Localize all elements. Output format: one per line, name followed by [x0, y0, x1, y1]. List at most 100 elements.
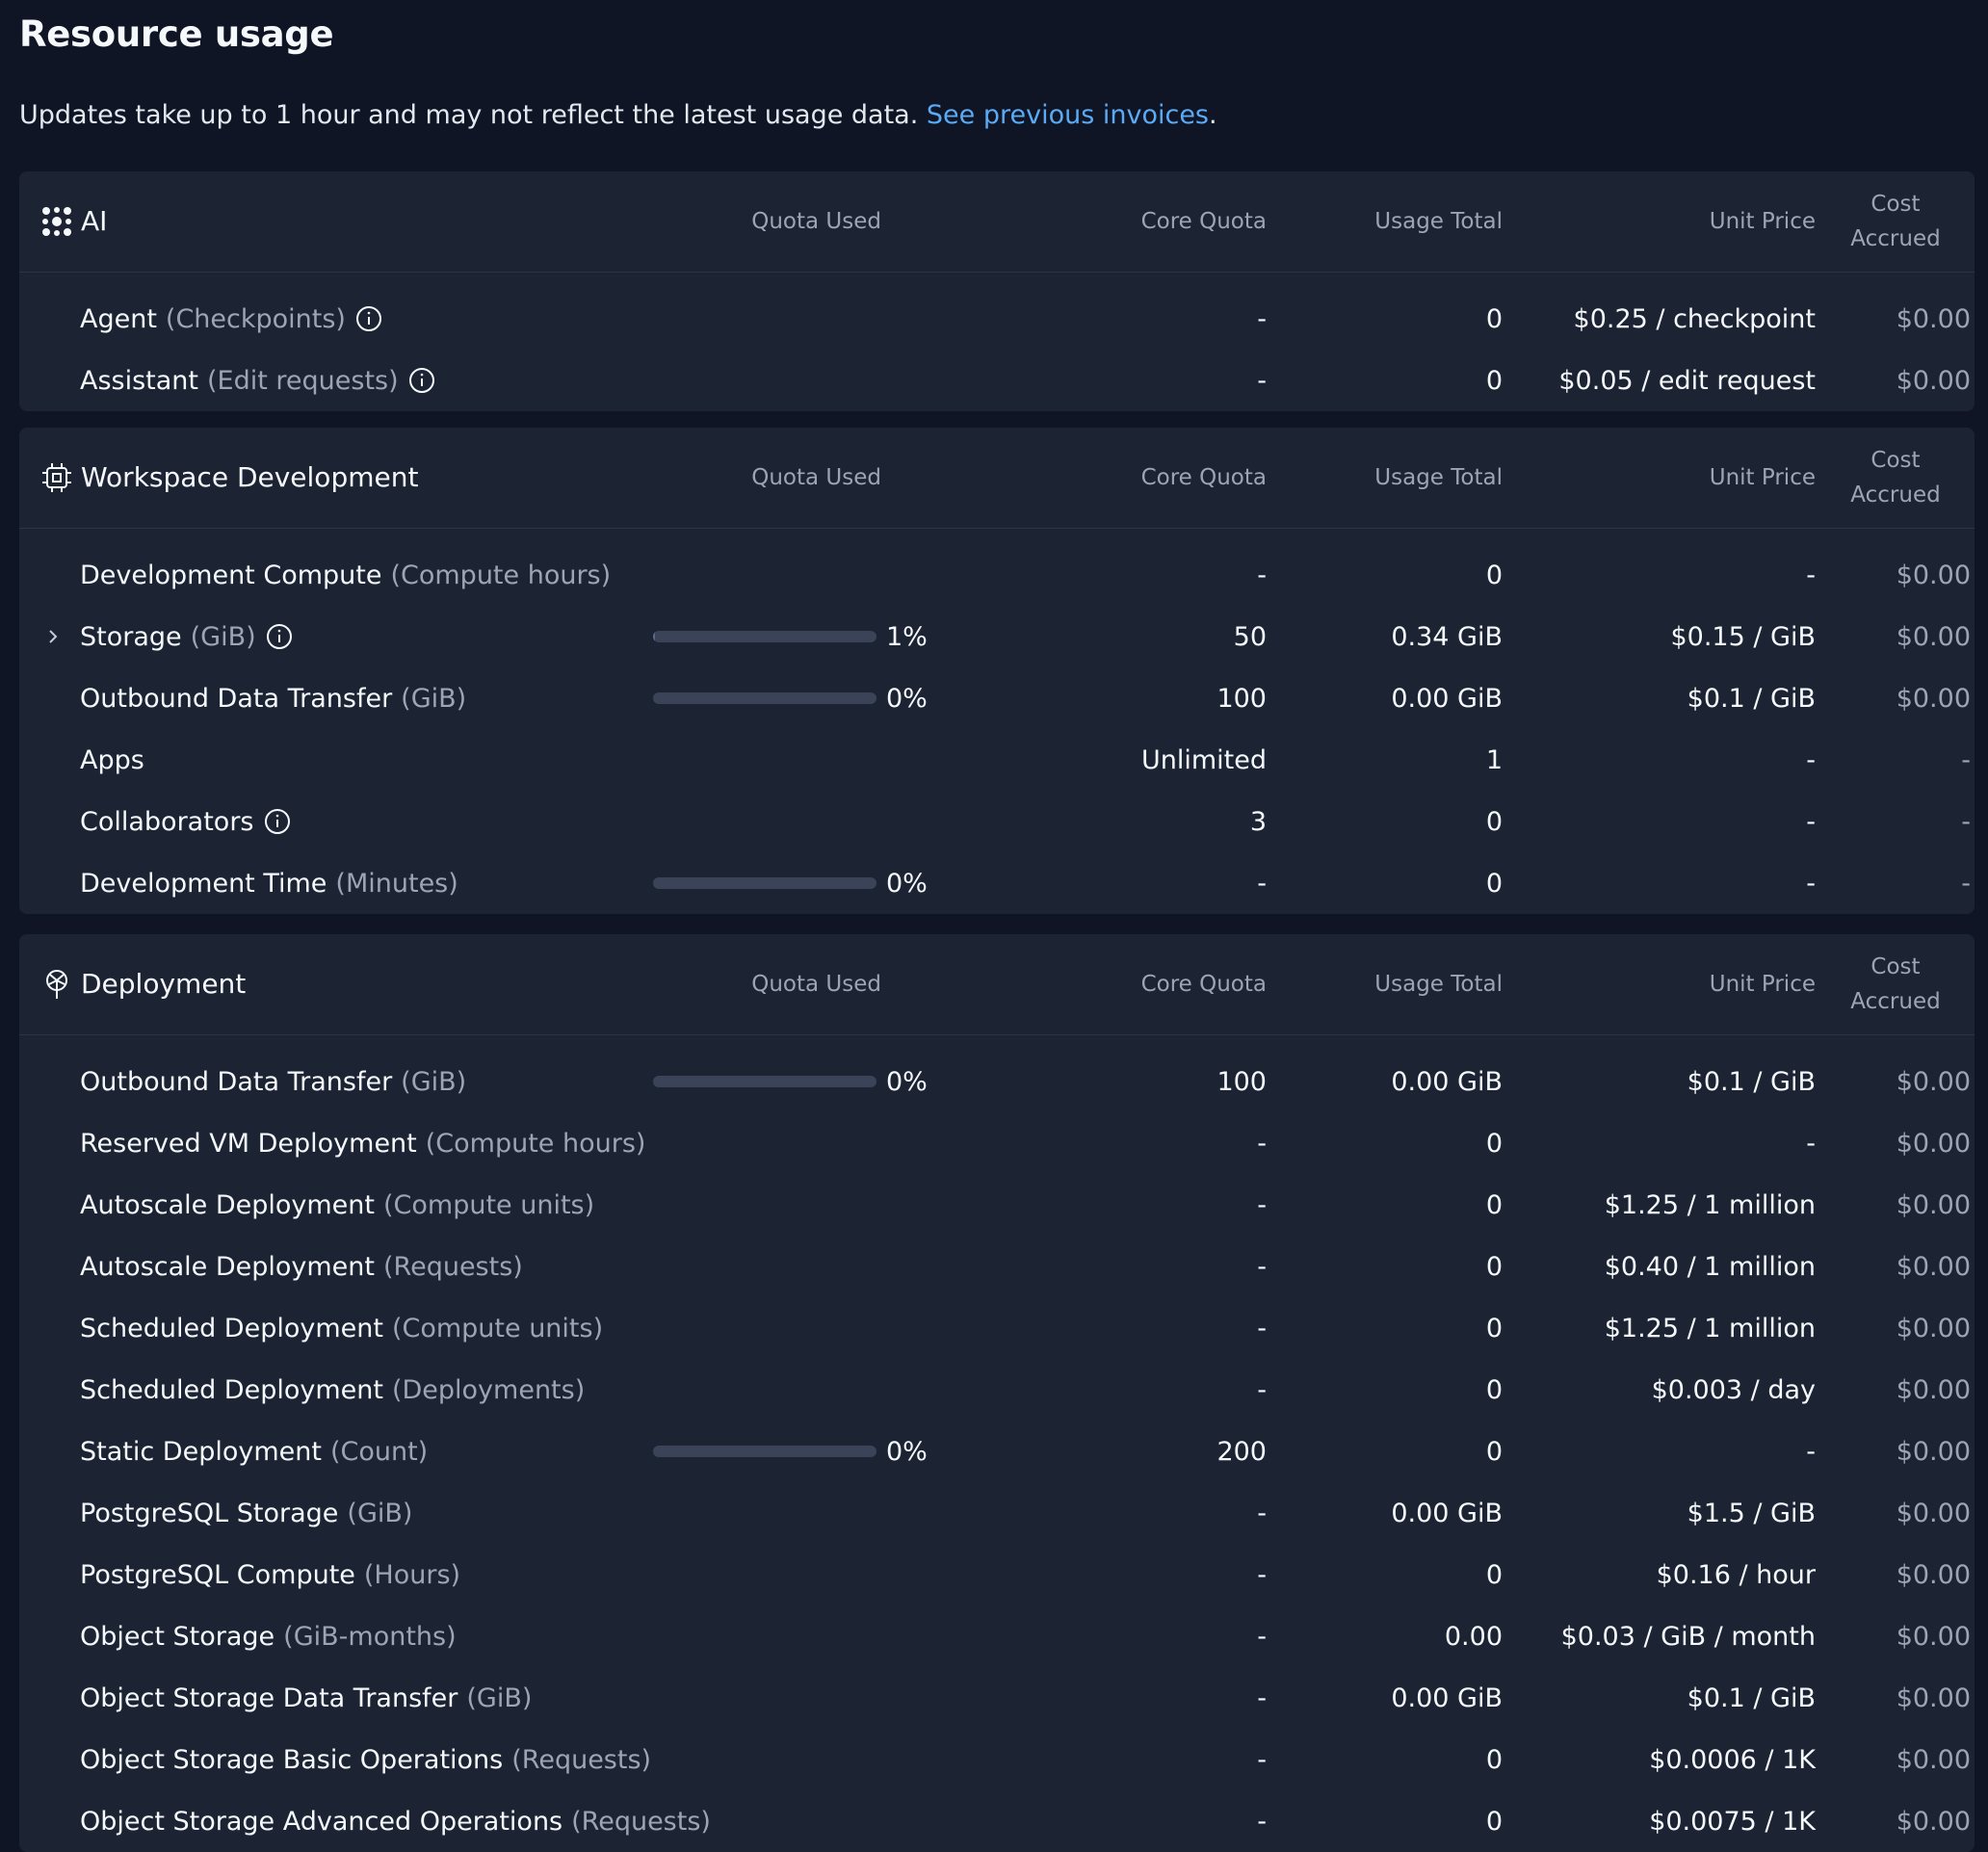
usage-total-value: 0	[1485, 1251, 1503, 1282]
section-title-text: Workspace Development	[81, 461, 419, 493]
page-title: Resource usage	[19, 13, 334, 55]
quota-percent: 0%	[886, 683, 928, 714]
col-cost-accrued: Cost Accrued	[1820, 428, 1971, 528]
table-row-scheduled-deployment-compute-units: Scheduled Deployment (Compute units) - 0 $1.…	[19, 1297, 1975, 1359]
cost-accrued-value: $0.00	[1896, 365, 1971, 396]
row-unit: (GiB)	[347, 1498, 413, 1528]
row-label: PostgreSQL Compute	[80, 1559, 355, 1590]
usage-total-value: 0	[1485, 560, 1503, 590]
quota-progress-bar	[653, 1051, 876, 1112]
col-usage-total: Usage Total	[1374, 465, 1503, 490]
table-row-reserved-vm-deployment-compute-hours: Reserved VM Deployment (Compute hours) - 0 -…	[19, 1112, 1975, 1174]
subtitle-text: Updates take up to 1 hour and may not re…	[19, 100, 919, 130]
cost-accrued-value: $0.00	[1896, 1806, 1971, 1837]
cost-accrued-value: $0.00	[1896, 1436, 1971, 1467]
core-quota-value: 100	[1216, 1066, 1267, 1097]
col-unit-price: Unit Price	[1709, 465, 1816, 490]
table-row-object-storage-data-transfer-gib: Object Storage Data Transfer (GiB) - 0.00 G…	[19, 1667, 1975, 1729]
section-rows: Development Compute (Compute hours) - 0 - $0.…	[19, 529, 1975, 914]
table-row-storage-gib[interactable]: Storage (GiB) 1% 50 0.34 GiB $0.15 / GiB $0.00	[19, 606, 1975, 667]
row-label: Object Storage Data Transfer	[80, 1682, 458, 1713]
cost-accrued-value: $0.00	[1896, 1621, 1971, 1652]
quota-percent: 0%	[886, 868, 928, 899]
section-rows: Outbound Data Transfer (GiB) 0% 100 0.00 GiB…	[19, 1035, 1975, 1852]
row-unit: (Minutes)	[335, 868, 458, 899]
row-name: Storage (GiB)	[80, 606, 294, 667]
ai-sparkle-icon	[40, 205, 73, 238]
usage-total-value: 0.00	[1444, 1621, 1503, 1652]
row-name: Autoscale Deployment (Requests)	[80, 1236, 523, 1297]
row-label: Object Storage	[80, 1621, 275, 1652]
info-icon[interactable]	[263, 807, 292, 836]
section-title-text: Deployment	[81, 968, 247, 1000]
previous-invoices-link[interactable]: See previous invoices	[927, 100, 1209, 130]
section-title-text: AI	[81, 205, 108, 237]
row-unit: (Requests)	[383, 1251, 523, 1282]
col-usage-total: Usage Total	[1374, 209, 1503, 234]
resource-usage-page: Resource usage Updates take up to 1 hour…	[0, 0, 1988, 1852]
info-icon[interactable]	[354, 304, 383, 333]
cost-accrued-value: $0.00	[1896, 1251, 1971, 1282]
core-quota-value: 200	[1216, 1436, 1267, 1467]
col-core-quota: Core Quota	[1140, 972, 1267, 997]
table-row-outbound-data-transfer-gib: Outbound Data Transfer (GiB) 0% 100 0.00 GiB…	[19, 1051, 1975, 1112]
row-unit: (GiB-months)	[283, 1621, 457, 1652]
cost-accrued-value: $0.00	[1896, 1374, 1971, 1405]
row-unit: (GiB)	[466, 1682, 533, 1713]
quota-progress-bar	[653, 1421, 876, 1482]
core-quota-value: -	[1257, 365, 1267, 396]
cost-accrued-value: $0.00	[1896, 1128, 1971, 1159]
col-cost-line1: Cost	[1870, 954, 1921, 979]
row-name: PostgreSQL Compute (Hours)	[80, 1544, 460, 1605]
usage-total-value: 0	[1485, 1189, 1503, 1220]
row-name: Static Deployment (Count)	[80, 1421, 428, 1482]
row-unit: (Compute hours)	[390, 560, 612, 590]
cost-accrued-value: $0.00	[1896, 621, 1971, 652]
table-row-collaborators: Collaborators 3 0 - -	[19, 791, 1975, 852]
rows-top-padding	[19, 529, 1975, 544]
unit-price-value: $0.05 / edit request	[1558, 365, 1816, 396]
row-label: Scheduled Deployment	[80, 1374, 383, 1405]
cost-accrued-value: $0.00	[1896, 1559, 1971, 1590]
row-name: Development Time (Minutes)	[80, 852, 458, 914]
core-quota-value: -	[1257, 1806, 1267, 1837]
cost-accrued-value: $0.00	[1896, 1682, 1971, 1713]
section-title: AI	[40, 171, 107, 272]
info-icon[interactable]	[265, 622, 294, 651]
core-quota-value: Unlimited	[1140, 744, 1267, 775]
core-quota-value: -	[1257, 1251, 1267, 1282]
quota-percent: 0%	[886, 1066, 928, 1097]
subtitle-period: .	[1209, 100, 1217, 130]
usage-total-value: 0	[1485, 1744, 1503, 1775]
section-header: Workspace Development Quota Used Core Qu…	[19, 428, 1975, 529]
unit-price-value: -	[1806, 868, 1816, 899]
unit-price-value: $0.40 / 1 million	[1604, 1251, 1816, 1282]
unit-price-value: $1.25 / 1 million	[1604, 1313, 1816, 1343]
row-name: Assistant (Edit requests)	[80, 350, 436, 411]
usage-total-value: 0	[1485, 1128, 1503, 1159]
unit-price-value: $1.25 / 1 million	[1604, 1189, 1816, 1220]
usage-total-value: 0	[1485, 1436, 1503, 1467]
core-quota-value: -	[1257, 1682, 1267, 1713]
unit-price-value: -	[1806, 560, 1816, 590]
table-row-object-storage-gib-months: Object Storage (GiB-months) - 0.00 $0.03 / G…	[19, 1605, 1975, 1667]
table-row-assistant-edit-requests: Assistant (Edit requests) - 0 $0.05 / edit r…	[19, 350, 1975, 411]
row-name: Outbound Data Transfer (GiB)	[80, 1051, 466, 1112]
section-title: Workspace Development	[40, 428, 418, 528]
expand-chevron-icon[interactable]	[42, 606, 65, 667]
row-unit: (GiB)	[401, 1066, 467, 1097]
info-icon[interactable]	[407, 366, 436, 395]
core-quota-value: -	[1257, 868, 1267, 899]
row-label: Outbound Data Transfer	[80, 683, 393, 714]
row-label: Scheduled Deployment	[80, 1313, 383, 1343]
table-row-scheduled-deployment-deployments: Scheduled Deployment (Deployments) - 0 $0.00…	[19, 1359, 1975, 1421]
chip-icon	[40, 461, 73, 494]
unit-price-value: $0.15 / GiB	[1670, 621, 1816, 652]
unit-price-value: $0.1 / GiB	[1687, 683, 1816, 714]
unit-price-value: -	[1806, 806, 1816, 837]
row-name: Reserved VM Deployment (Compute hours)	[80, 1112, 645, 1174]
deployment-section: Deployment Quota Used Core Quota Usage T…	[19, 934, 1975, 1852]
usage-total-value: 1	[1485, 744, 1503, 775]
row-name: Object Storage (GiB-months)	[80, 1605, 457, 1667]
col-cost-line2: Accrued	[1850, 483, 1941, 508]
